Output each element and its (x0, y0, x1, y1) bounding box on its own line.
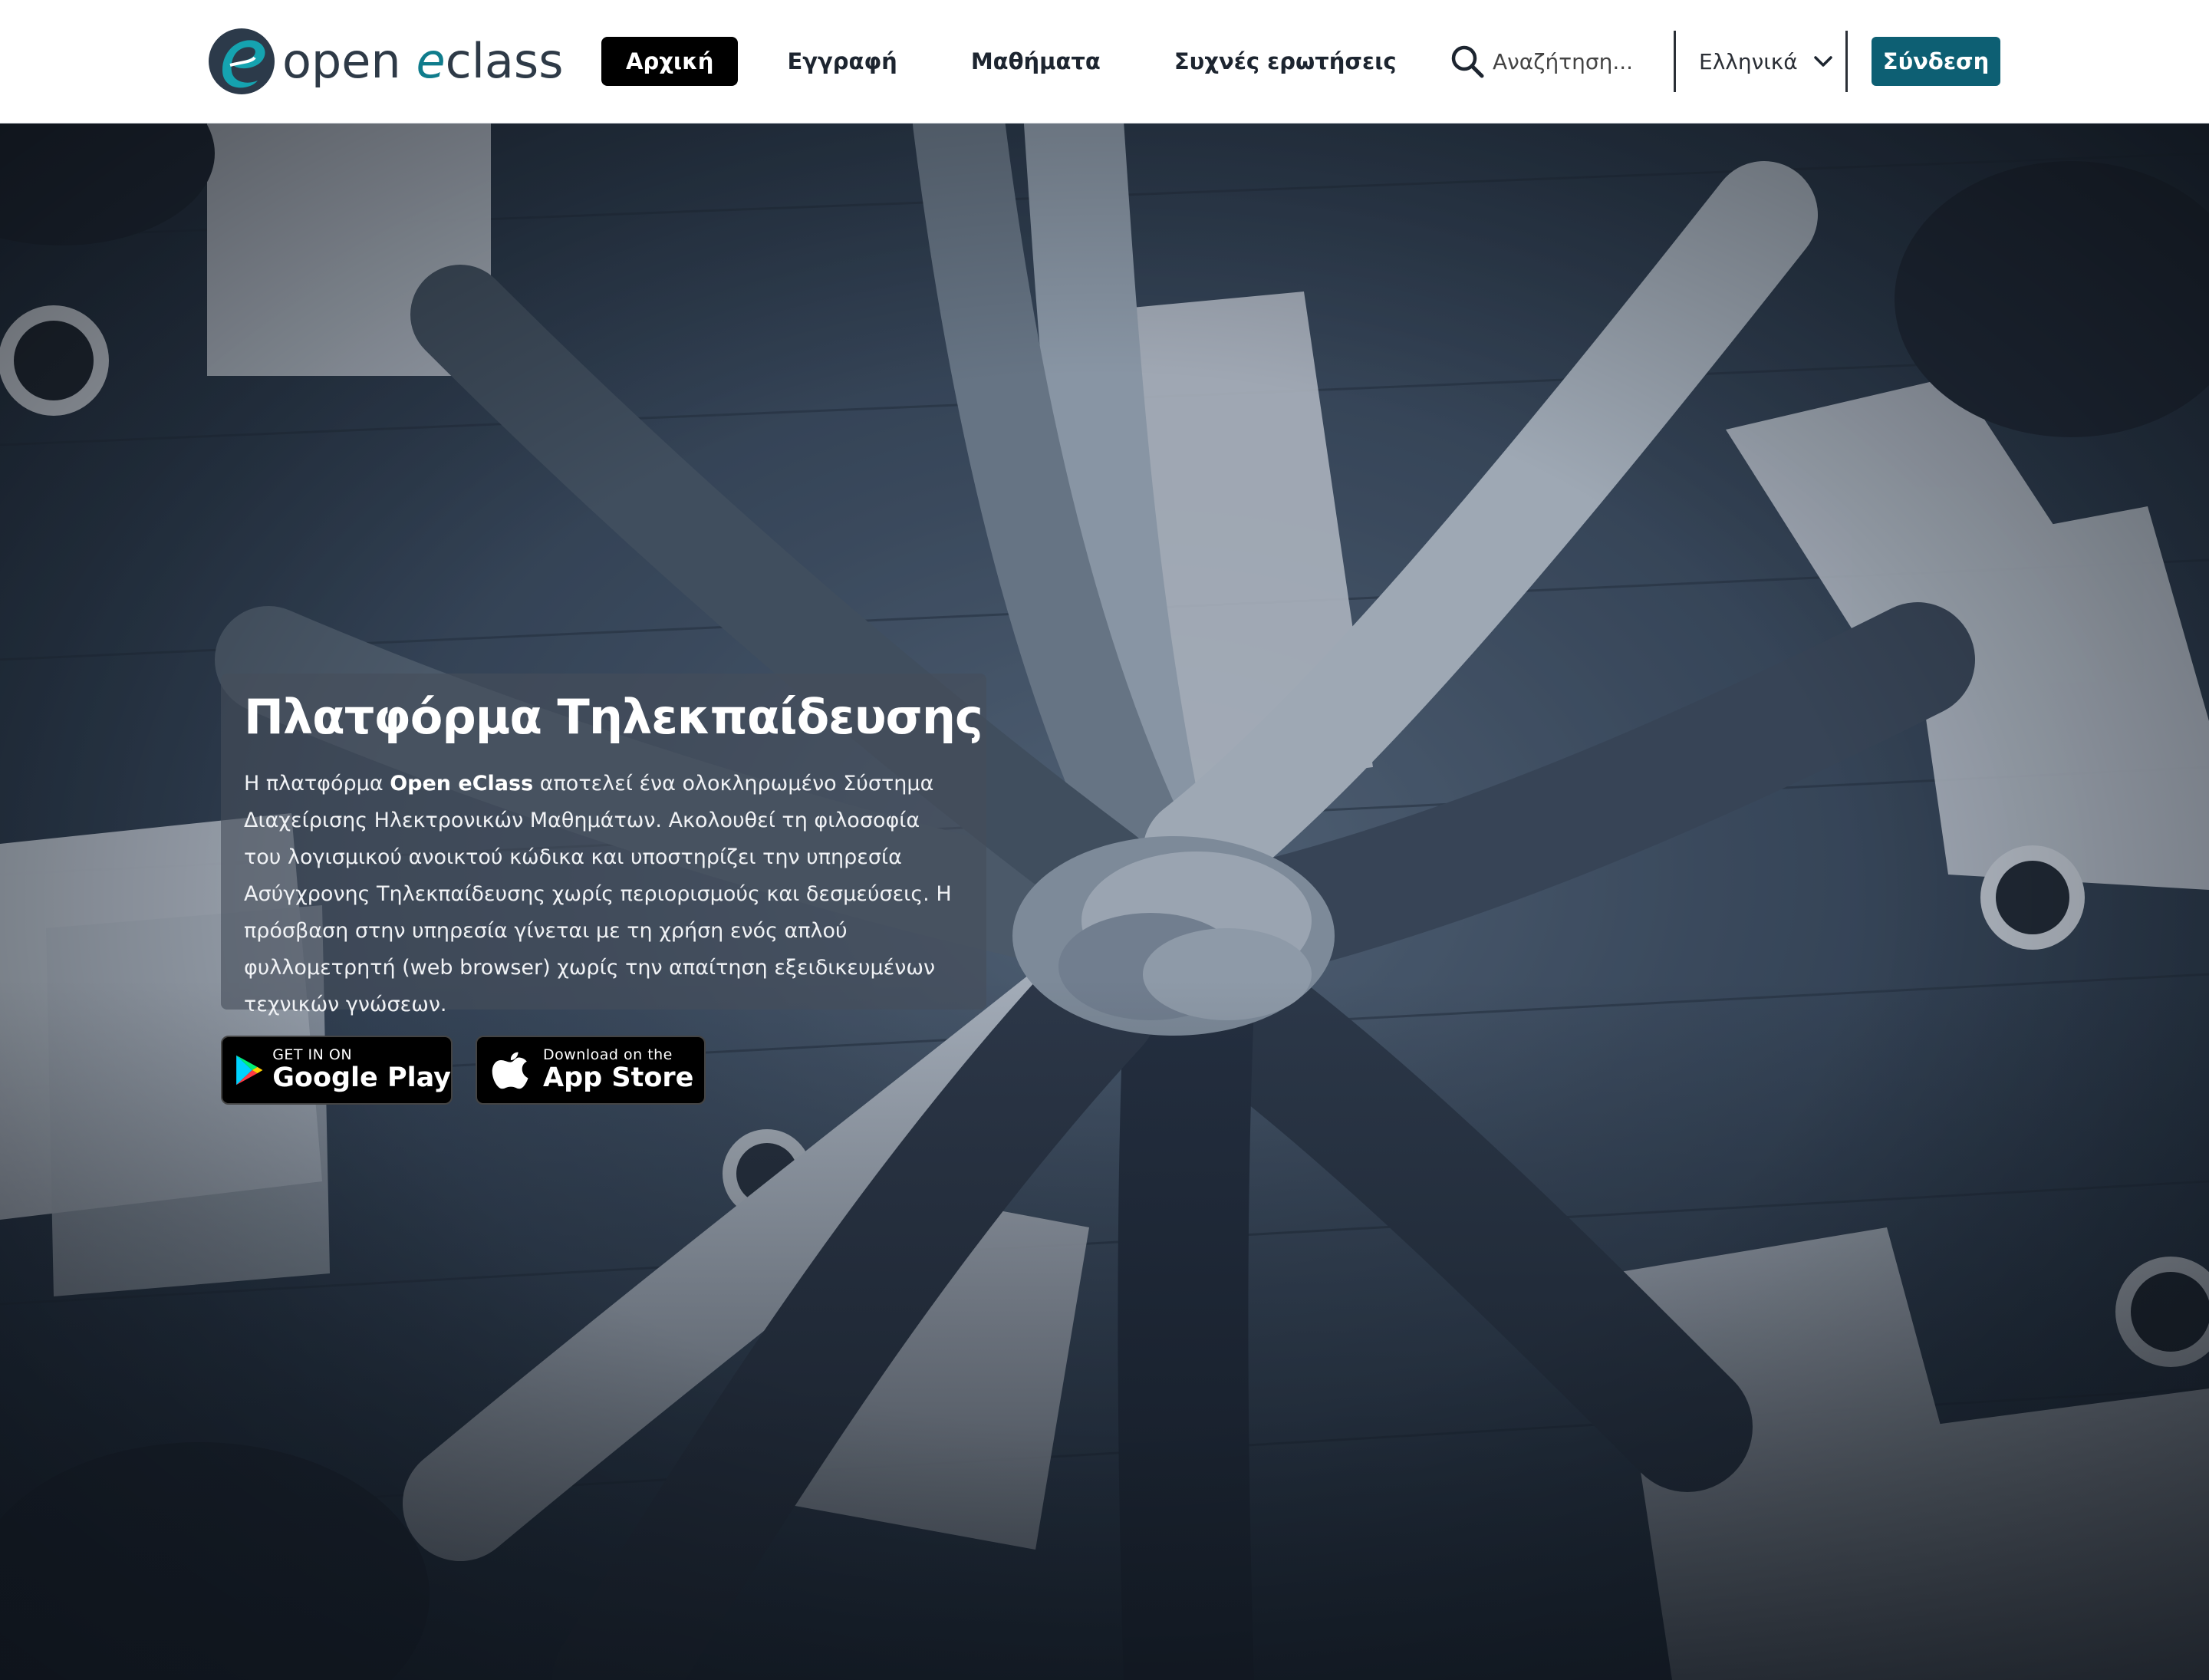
app-store-button[interactable]: Download on the App Store (476, 1036, 706, 1105)
main-nav: Αρχική Εγγραφή Μαθήματα Συχνές ερωτήσεις (601, 37, 1446, 86)
logo-wordmark: open eclass (282, 38, 564, 85)
app-store-big-text: App Store (543, 1062, 694, 1093)
header-divider (1845, 31, 1848, 92)
apple-icon (492, 1052, 528, 1089)
google-play-button[interactable]: GET IN ON Google Play (221, 1036, 453, 1105)
eclass-logo-icon (209, 28, 275, 94)
top-navigation-bar: open eclass Αρχική Εγγραφή Μαθήματα Συχν… (0, 0, 2209, 124)
language-label: Ελληνικά (1699, 48, 1798, 74)
nav-item-home[interactable]: Αρχική (601, 37, 739, 86)
search-input[interactable] (1493, 48, 1646, 74)
nav-item-faq[interactable]: Συχνές ερωτήσεις (1150, 37, 1421, 86)
hero-section: Πλατφόρμα Τηλεκπαίδευσης Η πλατφόρμα Ope… (0, 123, 2209, 1680)
nav-item-courses[interactable]: Μαθήματα (946, 37, 1125, 86)
language-selector[interactable]: Ελληνικά (1699, 41, 1835, 81)
nav-item-register[interactable]: Εγγραφή (762, 37, 921, 86)
logo-word-class: class (445, 33, 564, 89)
google-play-icon (236, 1055, 263, 1085)
hero-card: Πλατφόρμα Τηλεκπαίδευσης Η πλατφόρμα Ope… (221, 674, 986, 1016)
search-icon[interactable] (1450, 44, 1485, 79)
app-store-small-text: Download on the (543, 1046, 673, 1063)
logo-word-e: e (416, 33, 446, 89)
hero-text-start: Η πλατφόρμα (244, 772, 390, 796)
logo-word-open: open (282, 33, 401, 89)
search-box[interactable] (1450, 41, 1646, 81)
hero-description: Η πλατφόρμα Open eClass αποτελεί ένα ολο… (244, 766, 963, 1023)
login-button[interactable]: Σύνδεση (1872, 37, 2000, 86)
google-play-text: GET IN ON Google Play (272, 1047, 451, 1093)
hero-text-rest: αποτελεί ένα ολοκληρωμένο Σύστημα Διαχεί… (244, 772, 952, 1017)
google-play-big-text: Google Play (272, 1062, 451, 1093)
open-eclass-logo[interactable]: open eclass (207, 26, 564, 97)
hero-text-brand: Open eClass (390, 772, 534, 796)
header-divider (1674, 31, 1676, 92)
app-store-text: Download on the App Store (543, 1047, 693, 1093)
hero-title: Πλατφόρμα Τηλεκπαίδευσης (244, 689, 983, 745)
google-play-small-text: GET IN ON (272, 1046, 353, 1063)
chevron-down-icon (1813, 56, 1832, 67)
